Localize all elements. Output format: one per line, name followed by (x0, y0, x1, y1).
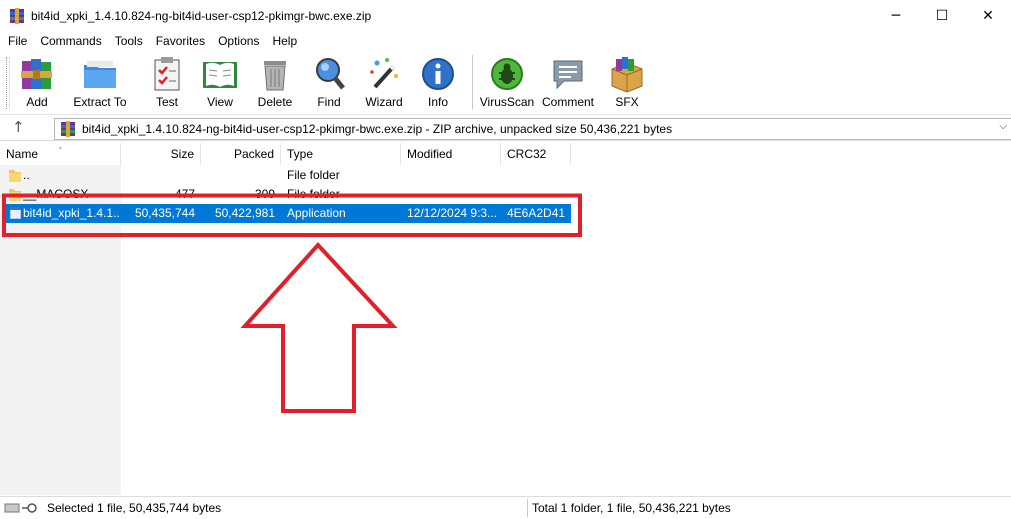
menu-favorites[interactable]: Favorites (149, 34, 211, 48)
list-item[interactable]: __MACOSX 477 309 File folder (0, 185, 572, 204)
magnifier-icon (316, 58, 345, 90)
folder-extract-icon (84, 61, 116, 88)
view-button[interactable]: View (190, 51, 250, 111)
drive-key-icon (4, 503, 37, 513)
status-bar: Selected 1 file, 50,435,744 bytes Total … (0, 496, 1011, 519)
menu-commands[interactable]: Commands (33, 34, 107, 48)
toolbar-grip[interactable] (6, 57, 10, 109)
add-button[interactable]: Add (18, 51, 56, 111)
sfx-box-icon (611, 57, 643, 93)
archive-books-icon (21, 59, 52, 89)
column-header-row: Name ⌃ Size Packed Type Modified CRC32 (0, 143, 1011, 165)
column-size[interactable]: Size (121, 143, 201, 165)
selected-file-row[interactable]: bit4id_xpki_1.4.1... 50,435,744 50,422,9… (6, 204, 571, 223)
open-book-icon (203, 62, 237, 88)
toolbar: Add Extract To Test View Delete Find Wiz… (0, 51, 1011, 115)
list-item[interactable]: .. File folder (0, 166, 572, 185)
file-list: Name ⌃ Size Packed Type Modified CRC32 .… (0, 143, 1011, 495)
chevron-down-icon[interactable]: ⌵ (999, 121, 1007, 132)
column-type[interactable]: Type (281, 143, 401, 165)
virusscan-button[interactable]: VirusScan (479, 51, 535, 111)
close-button[interactable]: ✕ (965, 0, 1011, 31)
bug-scan-icon (491, 58, 523, 90)
toolbar-separator (472, 55, 473, 109)
find-button[interactable]: Find (300, 51, 358, 111)
clipboard-test-icon (154, 57, 180, 91)
sort-ascending-icon: ⌃ (57, 146, 64, 155)
trash-can-icon (264, 61, 286, 91)
wizard-button[interactable]: Wizard (358, 51, 410, 111)
total-status: Total 1 folder, 1 file, 50,436,221 bytes (532, 501, 731, 515)
status-divider (527, 499, 528, 517)
address-bar: ↑ bit4id_xpki_1.4.10.824-ng-bit4id-user-… (0, 115, 1011, 141)
menu-options[interactable]: Options (211, 34, 265, 48)
column-crc32[interactable]: CRC32 (501, 143, 571, 165)
folder-icon (9, 189, 21, 201)
title-bar: bit4id_xpki_1.4.10.824-ng-bit4id-user-cs… (0, 0, 1011, 31)
info-icon (422, 58, 454, 90)
column-packed[interactable]: Packed (201, 143, 281, 165)
sfx-button[interactable]: SFX (601, 51, 653, 111)
menu-bar: File Commands Tools Favorites Options He… (0, 31, 1011, 51)
speech-bubble-icon (553, 60, 583, 90)
window-controls: ─ ☐ ✕ (873, 0, 1011, 31)
column-name[interactable]: Name ⌃ (0, 143, 121, 165)
maximize-button[interactable]: ☐ (919, 0, 965, 31)
application-icon (10, 207, 21, 219)
minimize-button[interactable]: ─ (873, 0, 919, 31)
winrar-app-icon (9, 7, 25, 24)
up-arrow-icon[interactable]: ↑ (12, 118, 32, 138)
extract-to-button[interactable]: Extract To (56, 51, 144, 111)
magic-wand-icon (370, 58, 398, 89)
info-button[interactable]: Info (410, 51, 466, 111)
window-title: bit4id_xpki_1.4.10.824-ng-bit4id-user-cs… (31, 8, 372, 23)
menu-help[interactable]: Help (265, 34, 303, 48)
folder-icon (9, 170, 21, 182)
delete-button[interactable]: Delete (250, 51, 300, 111)
comment-button[interactable]: Comment (535, 51, 601, 111)
column-modified[interactable]: Modified (401, 143, 501, 165)
test-button[interactable]: Test (144, 51, 190, 111)
path-combobox[interactable]: bit4id_xpki_1.4.10.824-ng-bit4id-user-cs… (54, 118, 1011, 140)
menu-file[interactable]: File (0, 34, 33, 48)
archive-icon (60, 121, 76, 137)
menu-tools[interactable]: Tools (108, 34, 149, 48)
selection-status: Selected 1 file, 50,435,744 bytes (47, 501, 222, 515)
archive-path: bit4id_xpki_1.4.10.824-ng-bit4id-user-cs… (82, 122, 673, 136)
